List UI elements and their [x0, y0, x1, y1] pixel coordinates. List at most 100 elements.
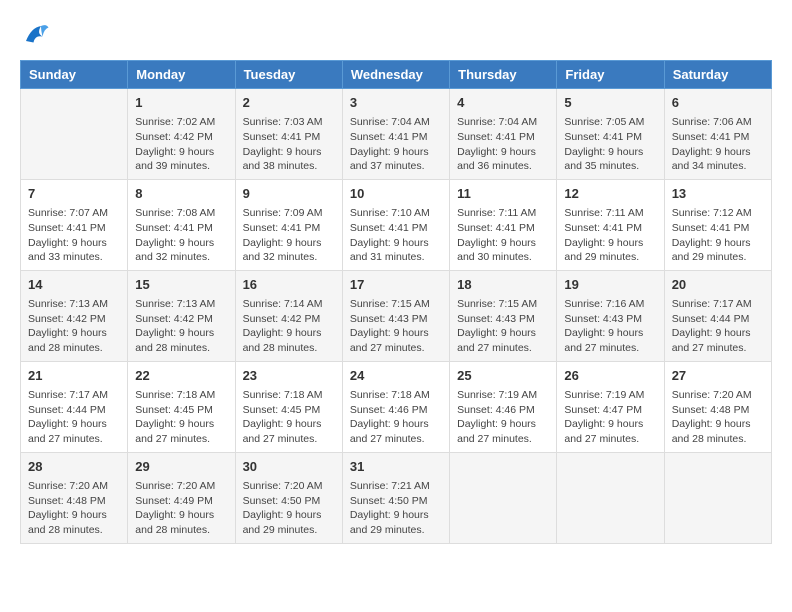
calendar-cell: 31 Sunrise: 7:21 AM Sunset: 4:50 PM Dayli…: [342, 452, 449, 543]
calendar-cell: 27 Sunrise: 7:20 AM Sunset: 4:48 PM Dayli…: [664, 361, 771, 452]
day-number: 21: [28, 367, 120, 385]
day-number: 29: [135, 458, 227, 476]
header-cell-friday: Friday: [557, 61, 664, 89]
calendar-cell: 7Sunrise: 7:07 AM Sunset: 4:41 PM Daylig…: [21, 179, 128, 270]
calendar-cell: 17 Sunrise: 7:15 AM Sunset: 4:43 PM Dayli…: [342, 270, 449, 361]
calendar-cell: 1Sunrise: 7:02 AM Sunset: 4:42 PM Daylig…: [128, 89, 235, 180]
day-number: 20: [672, 276, 764, 294]
calendar-cell: 6 Sunrise: 7:06 AM Sunset: 4:41 PM Daylig…: [664, 89, 771, 180]
day-number: 19: [564, 276, 656, 294]
calendar-cell: 5 Sunrise: 7:05 AM Sunset: 4:41 PM Daylig…: [557, 89, 664, 180]
calendar-cell: [557, 452, 664, 543]
day-info: Sunrise: 7:21 AM Sunset: 4:50 PM Dayligh…: [350, 479, 442, 538]
calendar-cell: 25Sunrise: 7:19 AM Sunset: 4:46 PM Dayli…: [450, 361, 557, 452]
calendar-cell: 2 Sunrise: 7:03 AM Sunset: 4:41 PM Daylig…: [235, 89, 342, 180]
day-number: 15: [135, 276, 227, 294]
day-info: Sunrise: 7:06 AM Sunset: 4:41 PM Dayligh…: [672, 115, 764, 174]
day-number: 6: [672, 94, 764, 112]
day-number: 13: [672, 185, 764, 203]
day-number: 9: [243, 185, 335, 203]
calendar-cell: 28 Sunrise: 7:20 AM Sunset: 4:48 PM Dayli…: [21, 452, 128, 543]
day-info: Sunrise: 7:18 AM Sunset: 4:45 PM Dayligh…: [135, 388, 227, 447]
week-row-3: 14Sunrise: 7:13 AM Sunset: 4:42 PM Dayli…: [21, 270, 772, 361]
day-info: Sunrise: 7:19 AM Sunset: 4:47 PM Dayligh…: [564, 388, 656, 447]
logo-bird-icon: [20, 20, 50, 50]
calendar-cell: 15 Sunrise: 7:13 AM Sunset: 4:42 PM Dayli…: [128, 270, 235, 361]
calendar-cell: 22Sunrise: 7:18 AM Sunset: 4:45 PM Dayli…: [128, 361, 235, 452]
day-number: 26: [564, 367, 656, 385]
day-number: 28: [28, 458, 120, 476]
day-info: Sunrise: 7:18 AM Sunset: 4:46 PM Dayligh…: [350, 388, 442, 447]
calendar-cell: [450, 452, 557, 543]
day-info: Sunrise: 7:04 AM Sunset: 4:41 PM Dayligh…: [457, 115, 549, 174]
calendar-cell: 16Sunrise: 7:14 AM Sunset: 4:42 PM Dayli…: [235, 270, 342, 361]
day-info: Sunrise: 7:05 AM Sunset: 4:41 PM Dayligh…: [564, 115, 656, 174]
day-info: Sunrise: 7:11 AM Sunset: 4:41 PM Dayligh…: [564, 206, 656, 265]
calendar-cell: 12 Sunrise: 7:11 AM Sunset: 4:41 PM Dayli…: [557, 179, 664, 270]
day-number: 18: [457, 276, 549, 294]
header: [20, 20, 772, 50]
day-number: 12: [564, 185, 656, 203]
day-number: 8: [135, 185, 227, 203]
day-info: Sunrise: 7:20 AM Sunset: 4:48 PM Dayligh…: [28, 479, 120, 538]
calendar-cell: 14Sunrise: 7:13 AM Sunset: 4:42 PM Dayli…: [21, 270, 128, 361]
day-number: 10: [350, 185, 442, 203]
day-number: 11: [457, 185, 549, 203]
calendar-cell: 4 Sunrise: 7:04 AM Sunset: 4:41 PM Daylig…: [450, 89, 557, 180]
day-number: 2: [243, 94, 335, 112]
day-info: Sunrise: 7:20 AM Sunset: 4:48 PM Dayligh…: [672, 388, 764, 447]
day-number: 3: [350, 94, 442, 112]
calendar-cell: 3Sunrise: 7:04 AM Sunset: 4:41 PM Daylig…: [342, 89, 449, 180]
calendar-cell: 30 Sunrise: 7:20 AM Sunset: 4:50 PM Dayli…: [235, 452, 342, 543]
week-row-1: 1Sunrise: 7:02 AM Sunset: 4:42 PM Daylig…: [21, 89, 772, 180]
day-info: Sunrise: 7:17 AM Sunset: 4:44 PM Dayligh…: [672, 297, 764, 356]
calendar-cell: 8Sunrise: 7:08 AM Sunset: 4:41 PM Daylig…: [128, 179, 235, 270]
week-row-2: 7Sunrise: 7:07 AM Sunset: 4:41 PM Daylig…: [21, 179, 772, 270]
day-number: 27: [672, 367, 764, 385]
calendar-cell: 11Sunrise: 7:11 AM Sunset: 4:41 PM Dayli…: [450, 179, 557, 270]
day-info: Sunrise: 7:02 AM Sunset: 4:42 PM Dayligh…: [135, 115, 227, 174]
day-info: Sunrise: 7:15 AM Sunset: 4:43 PM Dayligh…: [457, 297, 549, 356]
calendar-cell: 20 Sunrise: 7:17 AM Sunset: 4:44 PM Dayli…: [664, 270, 771, 361]
day-number: 4: [457, 94, 549, 112]
day-info: Sunrise: 7:17 AM Sunset: 4:44 PM Dayligh…: [28, 388, 120, 447]
calendar-cell: 26 Sunrise: 7:19 AM Sunset: 4:47 PM Dayli…: [557, 361, 664, 452]
calendar-cell: 19 Sunrise: 7:16 AM Sunset: 4:43 PM Dayli…: [557, 270, 664, 361]
header-cell-monday: Monday: [128, 61, 235, 89]
day-info: Sunrise: 7:20 AM Sunset: 4:49 PM Dayligh…: [135, 479, 227, 538]
day-number: 16: [243, 276, 335, 294]
day-info: Sunrise: 7:12 AM Sunset: 4:41 PM Dayligh…: [672, 206, 764, 265]
day-info: Sunrise: 7:20 AM Sunset: 4:50 PM Dayligh…: [243, 479, 335, 538]
day-number: 5: [564, 94, 656, 112]
calendar-cell: 21 Sunrise: 7:17 AM Sunset: 4:44 PM Dayli…: [21, 361, 128, 452]
header-cell-wednesday: Wednesday: [342, 61, 449, 89]
day-info: Sunrise: 7:19 AM Sunset: 4:46 PM Dayligh…: [457, 388, 549, 447]
day-number: 17: [350, 276, 442, 294]
calendar-table: SundayMondayTuesdayWednesdayThursdayFrid…: [20, 60, 772, 544]
header-cell-tuesday: Tuesday: [235, 61, 342, 89]
day-info: Sunrise: 7:13 AM Sunset: 4:42 PM Dayligh…: [135, 297, 227, 356]
day-info: Sunrise: 7:18 AM Sunset: 4:45 PM Dayligh…: [243, 388, 335, 447]
day-info: Sunrise: 7:10 AM Sunset: 4:41 PM Dayligh…: [350, 206, 442, 265]
header-cell-sunday: Sunday: [21, 61, 128, 89]
day-number: 30: [243, 458, 335, 476]
day-info: Sunrise: 7:16 AM Sunset: 4:43 PM Dayligh…: [564, 297, 656, 356]
calendar-cell: [21, 89, 128, 180]
day-number: 31: [350, 458, 442, 476]
calendar-cell: 29 Sunrise: 7:20 AM Sunset: 4:49 PM Dayli…: [128, 452, 235, 543]
calendar-cell: 9 Sunrise: 7:09 AM Sunset: 4:41 PM Daylig…: [235, 179, 342, 270]
calendar-cell: 10 Sunrise: 7:10 AM Sunset: 4:41 PM Dayli…: [342, 179, 449, 270]
day-info: Sunrise: 7:09 AM Sunset: 4:41 PM Dayligh…: [243, 206, 335, 265]
day-info: Sunrise: 7:15 AM Sunset: 4:43 PM Dayligh…: [350, 297, 442, 356]
day-info: Sunrise: 7:13 AM Sunset: 4:42 PM Dayligh…: [28, 297, 120, 356]
calendar-cell: 18 Sunrise: 7:15 AM Sunset: 4:43 PM Dayli…: [450, 270, 557, 361]
header-row: SundayMondayTuesdayWednesdayThursdayFrid…: [21, 61, 772, 89]
day-number: 23: [243, 367, 335, 385]
header-cell-saturday: Saturday: [664, 61, 771, 89]
header-cell-thursday: Thursday: [450, 61, 557, 89]
calendar-cell: 13 Sunrise: 7:12 AM Sunset: 4:41 PM Dayli…: [664, 179, 771, 270]
logo: [20, 20, 54, 50]
day-info: Sunrise: 7:03 AM Sunset: 4:41 PM Dayligh…: [243, 115, 335, 174]
calendar-cell: [664, 452, 771, 543]
day-number: 24: [350, 367, 442, 385]
